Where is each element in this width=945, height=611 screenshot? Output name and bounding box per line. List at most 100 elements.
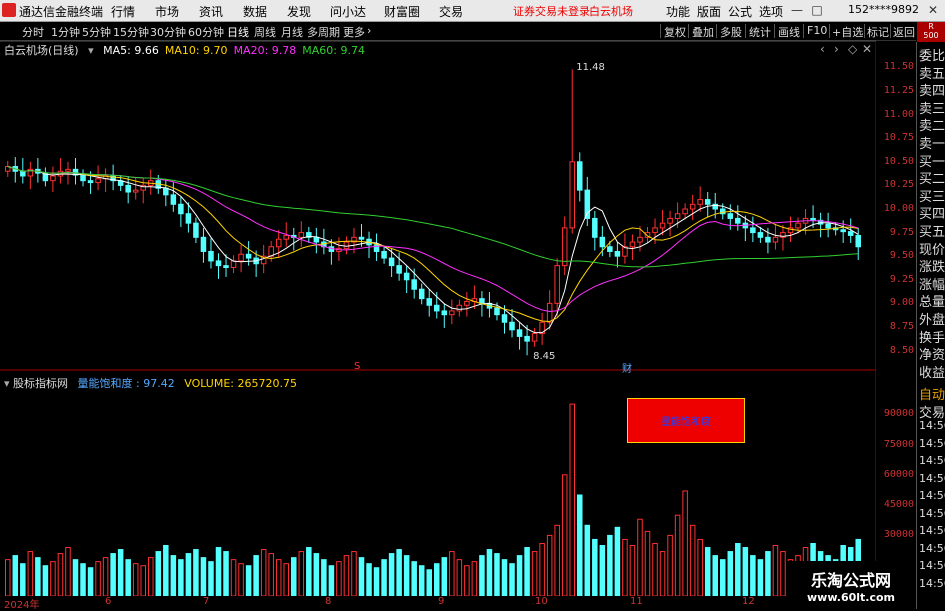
volume-bar [5, 559, 11, 596]
volume-bar [373, 567, 380, 596]
sidebar-item[interactable]: 卖四 [919, 80, 945, 99]
sidebar-trade-item[interactable]: 自动 [919, 384, 945, 403]
dropdown-icon[interactable]: ▾ [4, 377, 10, 390]
sidebar-trade-item[interactable]: 交易 [919, 402, 945, 421]
sidebar-item[interactable]: 买一 [919, 151, 945, 170]
price-tick: 8.50 [889, 344, 914, 356]
volume-bar [298, 551, 305, 596]
candle-body [298, 232, 305, 238]
candle-body [87, 180, 94, 184]
sidebar-item[interactable]: 买四 [919, 203, 945, 222]
candle-body [358, 236, 365, 240]
volume-bar [343, 555, 350, 596]
btn-fanhui[interactable]: 返回 [893, 24, 915, 40]
volume-bar [577, 494, 583, 596]
sidebar-trade-item[interactable]: 14:56 [919, 524, 945, 537]
sidebar-trade-item[interactable]: 14:56 [919, 489, 945, 502]
volume-bar [403, 555, 410, 596]
sidebar-item[interactable]: 总量 [919, 291, 945, 310]
volume-bar [509, 563, 515, 596]
sidebar-item[interactable]: 买三 [919, 186, 945, 205]
sidebar-trade-item[interactable]: 14:56 [919, 559, 945, 572]
volume-bar [268, 553, 274, 596]
sidebar-item[interactable]: 现价 [919, 239, 945, 258]
r-tag[interactable]: R 500 [917, 22, 945, 42]
sidebar-item[interactable]: 卖一 [919, 133, 945, 152]
candle-body [275, 238, 282, 248]
sidebar-trade-item[interactable]: 14:56 [919, 437, 945, 450]
volume-bar [539, 542, 545, 596]
candle-body [185, 213, 192, 224]
volume-bar [637, 518, 643, 596]
sidebar-item[interactable]: 卖二 [919, 115, 945, 134]
candle-body [509, 321, 515, 331]
volume-bar [712, 555, 718, 596]
candle-body [125, 184, 131, 193]
candle-body [516, 329, 523, 337]
candle-body [667, 217, 673, 224]
candle-body [614, 250, 621, 257]
candle-body [697, 199, 703, 205]
sidebar-trade-item[interactable]: 14:56 [919, 577, 945, 590]
candle-body [95, 178, 101, 184]
volume-bar [351, 551, 357, 596]
kline-chart[interactable] [0, 0, 876, 596]
candle-body [599, 236, 606, 248]
sidebar-item[interactable]: 委比 [919, 45, 945, 64]
candle-body [757, 232, 764, 238]
sidebar-item[interactable]: 涨幅 [919, 274, 945, 293]
date-axis: 2024年 6 7 8 9 10 11 12 [0, 596, 876, 611]
volume-bar [434, 563, 440, 596]
r-tag-line2: 500 [923, 31, 939, 40]
sidebar-item[interactable]: 涨跌 [919, 256, 945, 275]
quote-sidebar: 委比 卖五 卖四 卖三 卖二 卖一 买一 买二 买三 买四 买五 现价 涨跌 涨幅 总量 外盘 换手 净资 收益自动… [916, 42, 945, 609]
candle-body [592, 217, 598, 238]
candle-body [411, 279, 417, 290]
marker-cai: 财 [622, 364, 632, 375]
close-icon[interactable]: ✕ [926, 3, 940, 17]
volume-bar [321, 559, 327, 596]
volume-bar [592, 538, 598, 596]
candle-body [637, 236, 643, 243]
volume-bar [772, 545, 779, 596]
volume-bar [163, 545, 169, 596]
volume-bar [328, 565, 335, 596]
volume-bar [20, 563, 26, 596]
sidebar-item[interactable]: 收益 [919, 362, 945, 381]
sidebar-trade-item[interactable]: 14:56 [919, 454, 945, 467]
sidebar-item[interactable]: 净资 [919, 344, 945, 363]
candle-body [531, 333, 538, 342]
candle-body [704, 199, 711, 205]
volume-bar [110, 553, 116, 596]
sidebar-item[interactable]: 换手 [919, 327, 945, 346]
date-label: 12 [742, 596, 755, 607]
candle-body [456, 304, 463, 312]
volume-label: VOLUME: [184, 377, 235, 390]
volume-bar [260, 549, 267, 596]
sidebar-item[interactable]: 买五 [919, 221, 945, 240]
candle-body [163, 187, 169, 196]
sidebar-item[interactable]: 买二 [919, 168, 945, 187]
candle-body [464, 300, 470, 306]
legend-text: 量能饱和度 [661, 417, 711, 428]
price-tick: 11.00 [883, 108, 914, 120]
volume-bar [117, 549, 124, 596]
volume-bar [275, 559, 282, 596]
sidebar-trade-item[interactable]: 14:56 [919, 542, 945, 555]
sidebar-item[interactable]: 卖三 [919, 98, 945, 117]
sidebar-item[interactable]: 卖五 [919, 63, 945, 82]
volume-bar [27, 551, 34, 596]
candle-body [343, 241, 350, 250]
candle-body [765, 236, 771, 243]
sidebar-item[interactable]: 外盘 [919, 309, 945, 328]
r-tag-line1: R [928, 22, 934, 31]
candle-body [313, 236, 320, 243]
volume-bar [599, 545, 606, 596]
sidebar-trade-item[interactable]: 14:56 [919, 507, 945, 520]
sidebar-trade-item[interactable]: 14:56 [919, 472, 945, 485]
volume-tick: 60000 [883, 468, 914, 480]
candle-body [50, 175, 56, 182]
volume-bar [750, 555, 756, 596]
sidebar-trade-item[interactable]: 14:56 [919, 419, 945, 432]
sub-chart-header: ▾ 股标指标网 量能饱和度 : 97.42 VOLUME: 265720.75 [4, 377, 298, 390]
